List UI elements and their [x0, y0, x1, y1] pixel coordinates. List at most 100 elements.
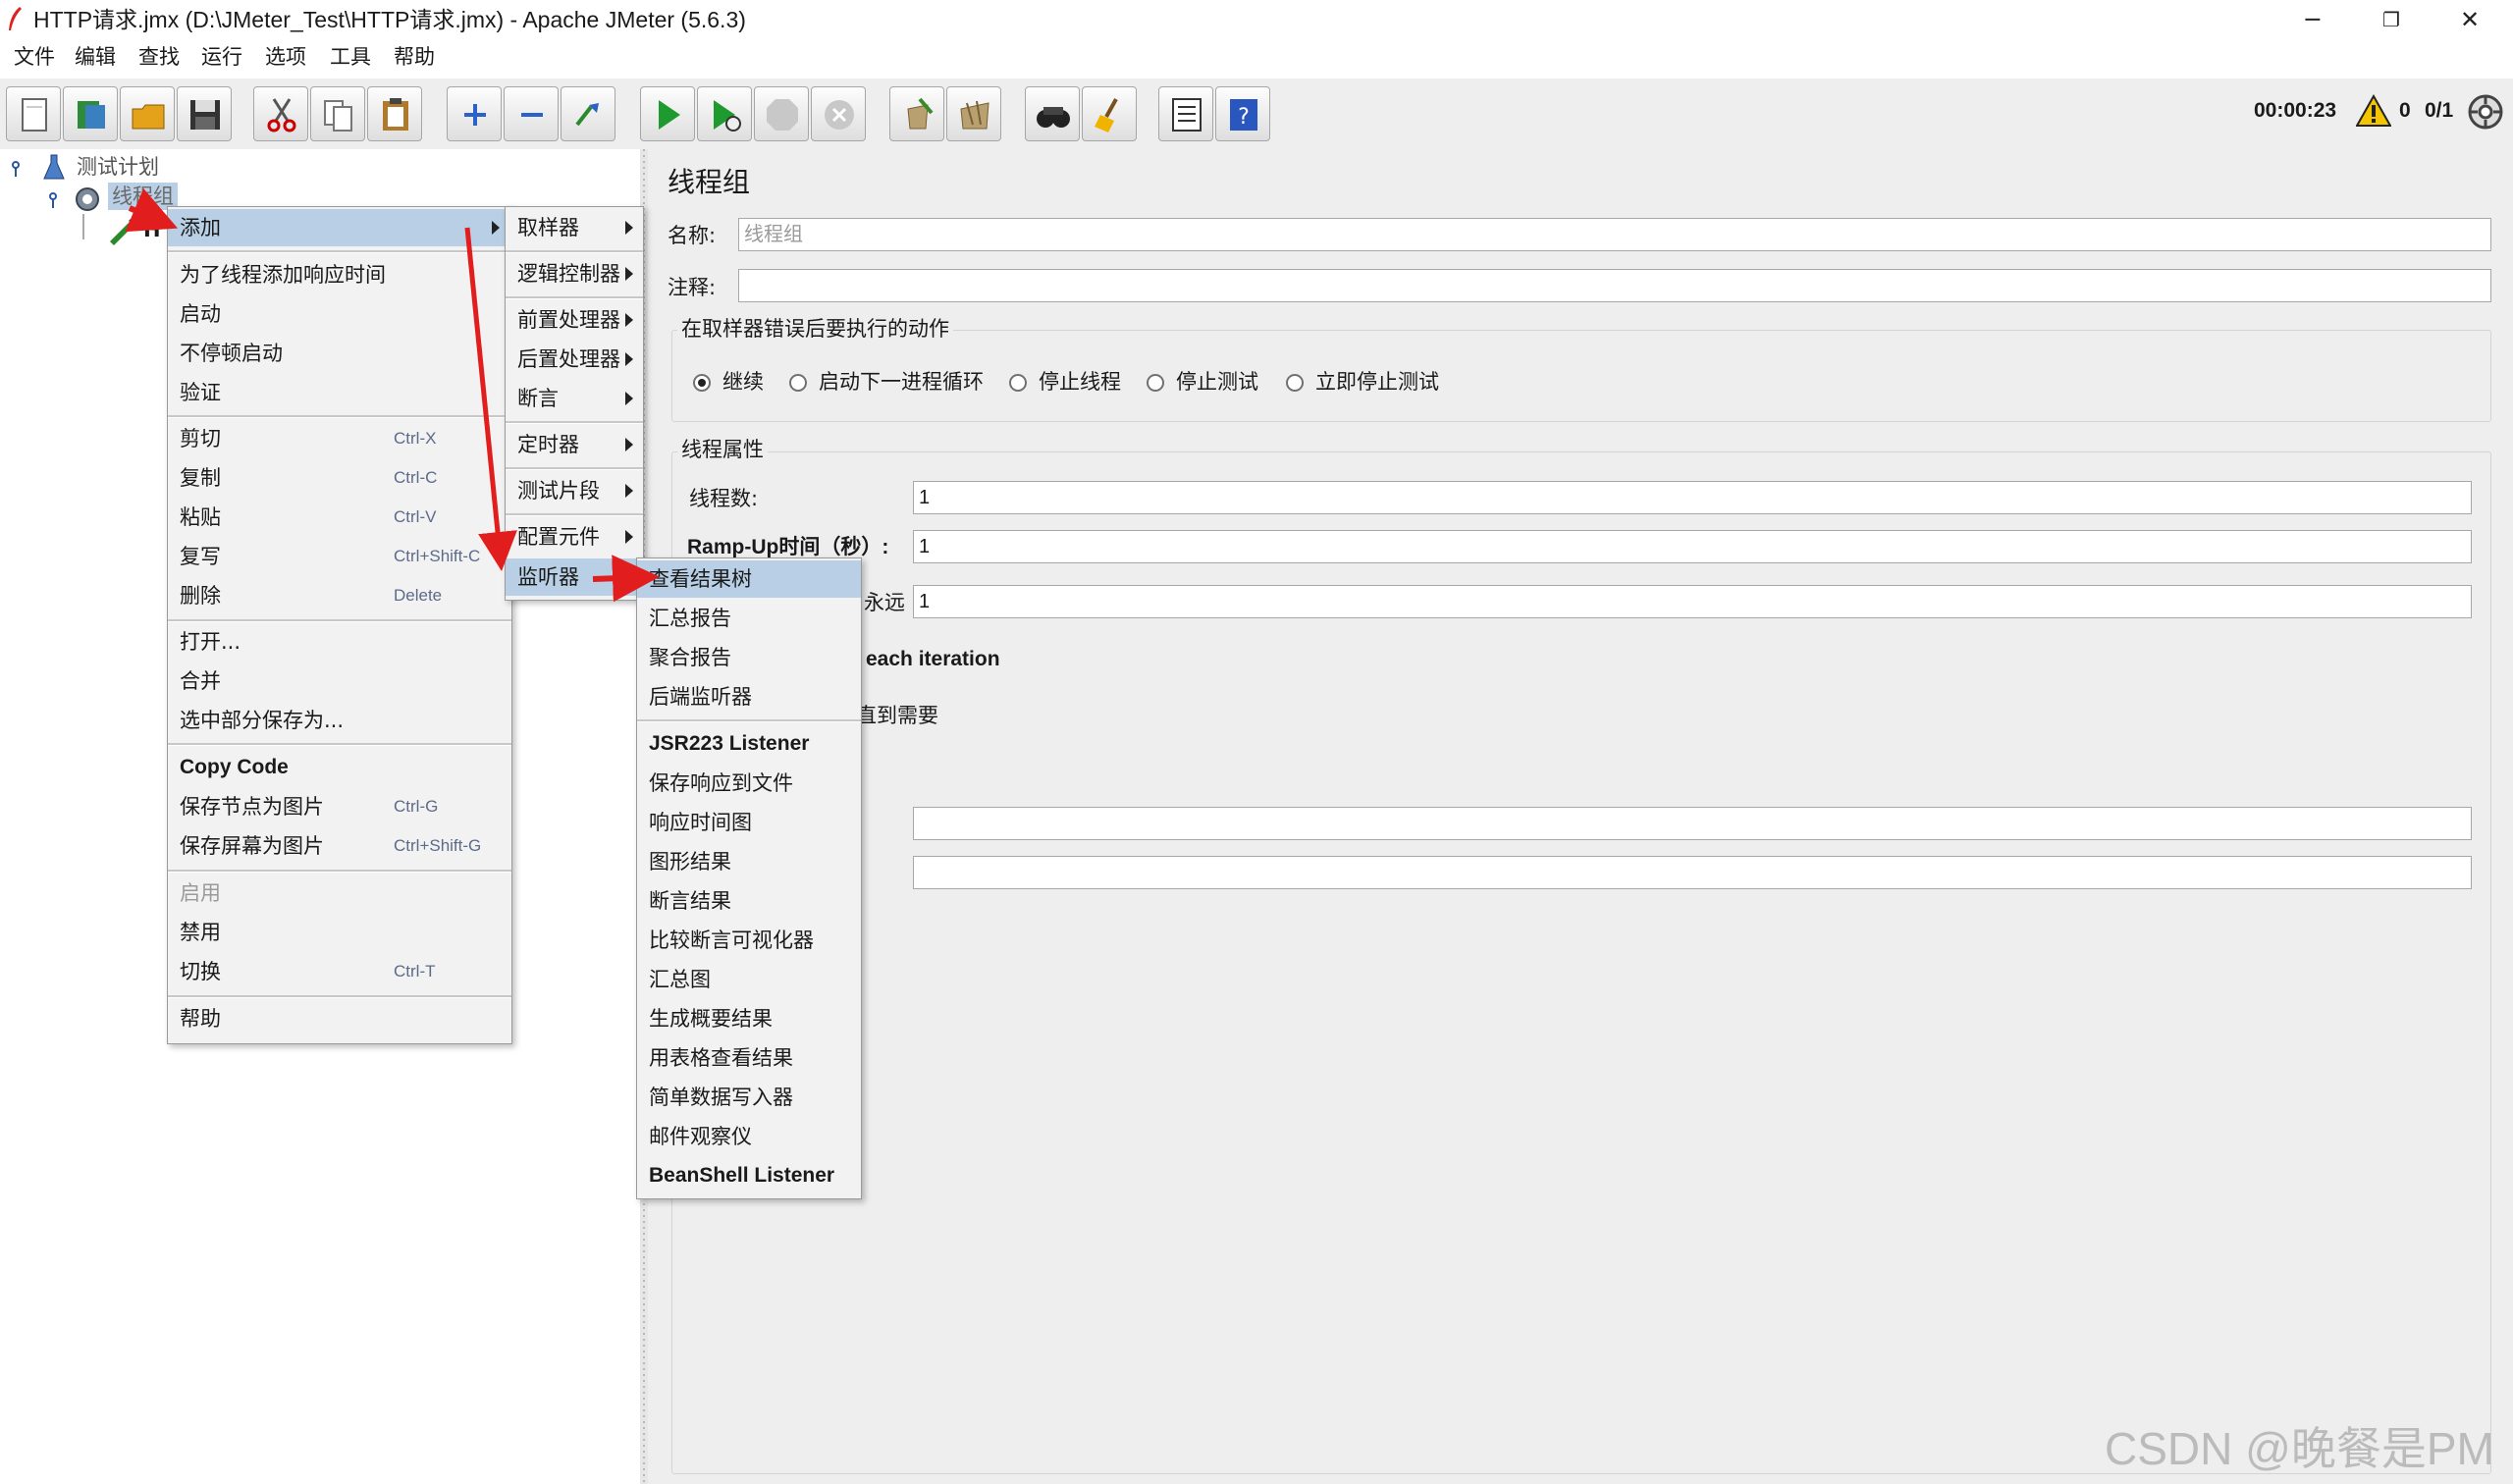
tree-node-http-request[interactable]: H	[143, 216, 161, 243]
radio-start-next-loop[interactable]	[789, 374, 807, 392]
reset-search-button[interactable]	[1082, 86, 1137, 141]
tree-expand-handle[interactable]	[47, 190, 59, 210]
menu-item-add-think-time[interactable]: 为了线程添加响应时间	[168, 256, 511, 293]
templates-button[interactable]	[63, 86, 118, 141]
save-button[interactable]	[177, 86, 232, 141]
collapse-all-button[interactable]	[504, 86, 559, 141]
listener-item-view-results-tree[interactable]: 查看结果树	[637, 560, 861, 598]
listener-submenu: 查看结果树 汇总报告 聚合报告 后端监听器 JSR223 Listener 保存…	[636, 557, 862, 1199]
submenu-item-timer[interactable]: 定时器	[506, 426, 643, 463]
submenu-item-listener[interactable]: 监听器	[506, 558, 643, 596]
menu-item-save-selection-as[interactable]: 选中部分保存为...	[168, 702, 511, 739]
start-button[interactable]	[640, 86, 695, 141]
name-label: 名称:	[668, 224, 717, 247]
listener-item-summary-report[interactable]: 汇总报告	[637, 600, 861, 637]
menu-item-help[interactable]: 帮助	[168, 1000, 511, 1037]
help-button[interactable]: ?	[1215, 86, 1270, 141]
menu-options[interactable]: 选项	[265, 43, 306, 71]
menu-item-copy[interactable]: 复制 Ctrl-C	[168, 459, 511, 497]
listener-item-graph-results[interactable]: 图形结果	[637, 843, 861, 880]
listener-item-mailer-visualizer[interactable]: 邮件观察仪	[637, 1118, 861, 1155]
menu-separator	[637, 719, 861, 722]
start-no-pause-button[interactable]	[697, 86, 752, 141]
submenu-item-logic-controller[interactable]: 逻辑控制器	[506, 255, 643, 292]
copy-button[interactable]	[310, 86, 365, 141]
listener-item-generate-summary[interactable]: 生成概要结果	[637, 1000, 861, 1037]
submenu-item-assertion[interactable]: 断言	[506, 380, 643, 417]
shutdown-button[interactable]	[811, 86, 866, 141]
listener-item-response-time-graph[interactable]: 响应时间图	[637, 804, 861, 841]
listener-item-backend-listener[interactable]: 后端监听器	[637, 678, 861, 716]
submenu-item-config-element[interactable]: 配置元件	[506, 518, 643, 556]
menu-run[interactable]: 运行	[201, 43, 242, 71]
listener-item-aggregate-report[interactable]: 聚合报告	[637, 639, 861, 676]
submenu-item-pre-processor[interactable]: 前置处理器	[506, 301, 643, 339]
expand-all-button[interactable]	[447, 86, 502, 141]
paste-button[interactable]	[367, 86, 422, 141]
menu-item-start-no-pause[interactable]: 不停顿启动	[168, 335, 511, 372]
menu-item-copy-code[interactable]: Copy Code	[168, 749, 511, 786]
name-field[interactable]: 线程组	[738, 218, 2491, 251]
menu-item-merge[interactable]: 合并	[168, 662, 511, 700]
same-user-each-iteration-label: each iteration	[866, 648, 1000, 670]
menu-item-duplicate[interactable]: 复写 Ctrl+Shift-C	[168, 538, 511, 575]
listener-item-simple-data-writer[interactable]: 简单数据写入器	[637, 1079, 861, 1116]
search-button[interactable]	[1025, 86, 1080, 141]
listener-item-compare-assertion[interactable]: 比较断言可视化器	[637, 922, 861, 959]
remote-icon[interactable]	[2468, 94, 2503, 130]
warning-icon[interactable]	[2355, 93, 2392, 128]
menu-item-save-node-image[interactable]: 保存节点为图片 Ctrl-G	[168, 788, 511, 825]
radio-stop-thread[interactable]	[1009, 374, 1027, 392]
menu-item-add[interactable]: 添加	[168, 209, 511, 246]
menu-item-toggle[interactable]: 切换 Ctrl-T	[168, 953, 511, 990]
minimize-button[interactable]: ─	[2273, 0, 2352, 39]
listener-item-aggregate-graph[interactable]: 汇总图	[637, 961, 861, 998]
collapse-icon	[521, 113, 543, 117]
submenu-item-test-fragment[interactable]: 测试片段	[506, 472, 643, 509]
loop-count-field[interactable]: 1	[913, 585, 2472, 618]
submenu-item-sampler[interactable]: 取样器	[506, 209, 643, 246]
listener-item-jsr223[interactable]: JSR223 Listener	[637, 725, 861, 763]
radio-continue[interactable]	[693, 374, 711, 392]
menu-item-save-screen-image[interactable]: 保存屏幕为图片 Ctrl+Shift-G	[168, 827, 511, 865]
menu-item-delete[interactable]: 删除 Delete	[168, 577, 511, 614]
threads-field[interactable]: 1	[913, 481, 2472, 514]
close-button[interactable]: ✕	[2431, 0, 2509, 39]
tree-node-test-plan[interactable]: 测试计划	[77, 153, 159, 181]
function-helper-button[interactable]	[1158, 86, 1213, 141]
active-threads: 0/1	[2425, 99, 2454, 122]
radio-stop-test-now[interactable]	[1286, 374, 1304, 392]
duration-field[interactable]	[913, 807, 2472, 840]
cut-button[interactable]	[253, 86, 308, 141]
menu-edit[interactable]: 编辑	[75, 43, 116, 71]
listener-item-assertion-results[interactable]: 断言结果	[637, 882, 861, 920]
stop-button[interactable]	[754, 86, 809, 141]
search-icon	[1037, 107, 1070, 128]
menu-item-validate[interactable]: 验证	[168, 374, 511, 411]
tree-expand-handle[interactable]	[10, 159, 22, 179]
comment-field[interactable]	[738, 269, 2491, 302]
new-button[interactable]	[6, 86, 61, 141]
listener-item-save-responses[interactable]: 保存响应到文件	[637, 765, 861, 802]
menu-item-open[interactable]: 打开...	[168, 623, 511, 661]
menu-tools[interactable]: 工具	[330, 43, 371, 71]
menu-separator	[168, 995, 511, 998]
menu-search[interactable]: 查找	[138, 43, 180, 71]
menu-file[interactable]: 文件	[14, 43, 55, 71]
restore-button[interactable]: ❐	[2352, 0, 2431, 39]
menu-item-cut[interactable]: 剪切 Ctrl-X	[168, 420, 511, 457]
menu-item-start[interactable]: 启动	[168, 295, 511, 333]
startup-delay-field[interactable]	[913, 856, 2472, 889]
clear-all-button[interactable]	[946, 86, 1001, 141]
listener-item-view-results-table[interactable]: 用表格查看结果	[637, 1039, 861, 1077]
radio-stop-test[interactable]	[1147, 374, 1164, 392]
rampup-field[interactable]: 1	[913, 530, 2472, 563]
clear-button[interactable]	[889, 86, 944, 141]
listener-item-beanshell[interactable]: BeanShell Listener	[637, 1157, 861, 1194]
submenu-item-post-processor[interactable]: 后置处理器	[506, 341, 643, 378]
menu-item-paste[interactable]: 粘贴 Ctrl-V	[168, 499, 511, 536]
open-button[interactable]	[120, 86, 175, 141]
toggle-button[interactable]	[561, 86, 615, 141]
menu-item-disable[interactable]: 禁用	[168, 914, 511, 951]
menu-help[interactable]: 帮助	[394, 43, 435, 71]
